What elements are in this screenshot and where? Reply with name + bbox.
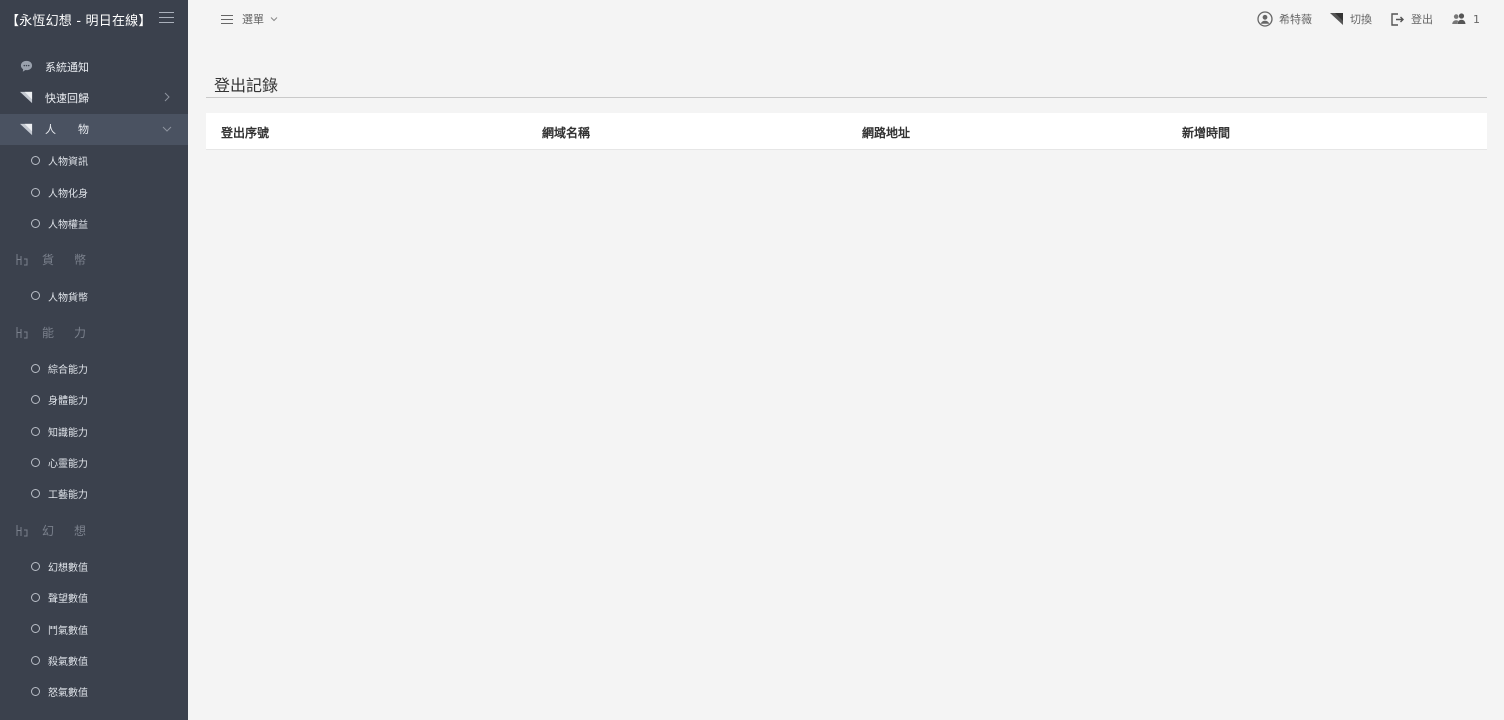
sidebar-nav: 系統通知 快速回歸 人 物 人物資訊 人物化身 人物權益 貨幣 人物貨幣 能力 … xyxy=(0,51,188,708)
sidebar-subitem-label: 人物化身 xyxy=(48,188,88,200)
chevron-down-icon xyxy=(162,126,172,132)
sidebar-subitem-person-rights[interactable]: 人物權益 xyxy=(0,208,188,239)
user-circle-icon xyxy=(1257,11,1273,27)
logout-records-table: 登出序號 網域名稱 網路地址 新增時間 xyxy=(206,113,1487,150)
circle-icon xyxy=(31,395,40,405)
sidebar-subitem-label: 怒氣數值 xyxy=(48,688,88,700)
sidebar-subitem-person-avatar[interactable]: 人物化身 xyxy=(0,177,188,208)
users-icon xyxy=(1452,13,1466,24)
page-title-bar: 登出記錄 xyxy=(206,70,1487,98)
sidebar-subitem-person-info[interactable]: 人物資訊 xyxy=(0,145,188,176)
section-label: 能力 xyxy=(42,325,107,340)
sidebar-subitem-label: 人物貨幣 xyxy=(48,292,88,304)
sidebar-subitem-label: 知識能力 xyxy=(48,427,88,439)
circle-icon xyxy=(31,187,40,197)
circle-icon xyxy=(31,593,40,603)
top-right-actions: 希特薇 切換 登出 1 xyxy=(1257,8,1504,30)
circle-icon xyxy=(31,489,40,499)
online-count: 1 xyxy=(1473,12,1480,26)
user-name: 希特薇 xyxy=(1279,13,1312,26)
sidebar-subitem-fantasy-fighting-spirit[interactable]: 鬥氣數值 xyxy=(0,613,188,644)
circle-icon xyxy=(31,655,40,665)
sidebar-subitem-label: 幻想數值 xyxy=(48,562,88,574)
sidebar-subitem-label: 工藝能力 xyxy=(48,490,88,502)
sidebar-item-label: 人 物 xyxy=(45,123,89,137)
sidebar-subitem-label: 殺氣數值 xyxy=(48,657,88,669)
circle-icon xyxy=(31,426,40,436)
sidebar-subitem-ability-body[interactable]: 身體能力 xyxy=(0,384,188,415)
sidebar-subitem-label: 綜合能力 xyxy=(48,364,88,376)
sidebar-subitem-label: 身體能力 xyxy=(48,396,88,408)
sidebar-subitem-fantasy-reputation[interactable]: 聲望數值 xyxy=(0,582,188,613)
sidebar-subitem-ability-knowledge[interactable]: 知識能力 xyxy=(0,416,188,447)
menu-button[interactable]: 選單 xyxy=(221,10,278,28)
header-icon xyxy=(16,326,28,339)
chevron-down-icon xyxy=(270,17,278,22)
circle-icon xyxy=(31,624,40,634)
sidebar-section-ability: 能力 xyxy=(0,312,188,353)
sidebar-item-quick-return[interactable]: 快速回歸 xyxy=(0,82,188,113)
hamburger-icon xyxy=(221,14,233,24)
switch-button[interactable]: 切換 xyxy=(1330,11,1372,27)
user-menu[interactable]: 希特薇 xyxy=(1257,11,1312,27)
section-label: 貨幣 xyxy=(42,253,107,268)
brand-title: 【永恆幻想 - 明日在線】 xyxy=(6,13,152,29)
sidebar-subitem-label: 心靈能力 xyxy=(48,459,88,471)
online-users[interactable]: 1 xyxy=(1451,12,1480,26)
sidebar-subitem-ability-overall[interactable]: 綜合能力 xyxy=(0,353,188,384)
column-header-ip-address[interactable]: 網路地址 xyxy=(862,124,910,141)
sidebar-item-label: 快速回歸 xyxy=(45,92,89,106)
switch-label: 切換 xyxy=(1350,13,1372,26)
header-icon xyxy=(16,524,28,537)
chevron-right-icon xyxy=(164,93,170,102)
sidebar-item-notifications[interactable]: 系統通知 xyxy=(0,51,188,82)
sidebar-item-label: 系統通知 xyxy=(45,60,89,74)
sidebar-subitem-fantasy-rage[interactable]: 怒氣數值 xyxy=(0,676,188,707)
sidebar-section-currency: 貨幣 xyxy=(0,239,188,280)
sidebar-subitem-label: 鬥氣數值 xyxy=(48,625,88,637)
sidebar: 【永恆幻想 - 明日在線】 系統通知 快速回歸 人 物 人物資訊 人物化身 人物… xyxy=(0,0,188,720)
sidebar-subitem-person-currency[interactable]: 人物貨幣 xyxy=(0,280,188,311)
send-arrow-icon xyxy=(1330,13,1343,25)
column-header-logout-id[interactable]: 登出序號 xyxy=(221,124,269,141)
sidebar-subitem-label: 聲望數值 xyxy=(48,594,88,606)
sidebar-subitem-ability-craft[interactable]: 工藝能力 xyxy=(0,478,188,509)
sidebar-section-fantasy: 幻想 xyxy=(0,510,188,551)
menu-label: 選單 xyxy=(242,13,264,26)
header-icon xyxy=(16,254,28,266)
topbar: 選單 希特薇 切換 登出 1 xyxy=(188,0,1504,38)
column-header-domain-name[interactable]: 網域名稱 xyxy=(542,124,590,141)
sidebar-subitem-label: 人物權益 xyxy=(48,220,88,232)
sidebar-subitem-fantasy-value[interactable]: 幻想數值 xyxy=(0,551,188,582)
column-header-created-time[interactable]: 新增時間 xyxy=(1182,124,1230,141)
circle-icon xyxy=(31,291,40,301)
circle-icon xyxy=(31,218,40,228)
sidebar-item-person[interactable]: 人 物 xyxy=(0,113,188,146)
circle-icon xyxy=(31,363,40,373)
sidebar-subitem-ability-mind[interactable]: 心靈能力 xyxy=(0,447,188,478)
send-arrow-icon xyxy=(20,123,33,135)
send-arrow-icon xyxy=(20,92,33,104)
circle-icon xyxy=(31,156,40,166)
sidebar-subitem-fantasy-killing-intent[interactable]: 殺氣數值 xyxy=(0,645,188,676)
logout-button[interactable]: 登出 xyxy=(1390,11,1433,27)
circle-icon xyxy=(31,687,40,697)
section-label: 幻想 xyxy=(42,523,107,538)
sidebar-subitem-label: 人物資訊 xyxy=(48,157,88,169)
circle-icon xyxy=(31,561,40,571)
page-title: 登出記錄 xyxy=(214,76,279,95)
circle-icon xyxy=(31,457,40,467)
brand: 【永恆幻想 - 明日在線】 xyxy=(6,0,188,38)
chat-bubble-icon xyxy=(20,60,33,72)
logout-label: 登出 xyxy=(1411,13,1433,26)
logout-icon xyxy=(1391,12,1404,26)
sidebar-toggle-icon[interactable] xyxy=(159,12,174,24)
